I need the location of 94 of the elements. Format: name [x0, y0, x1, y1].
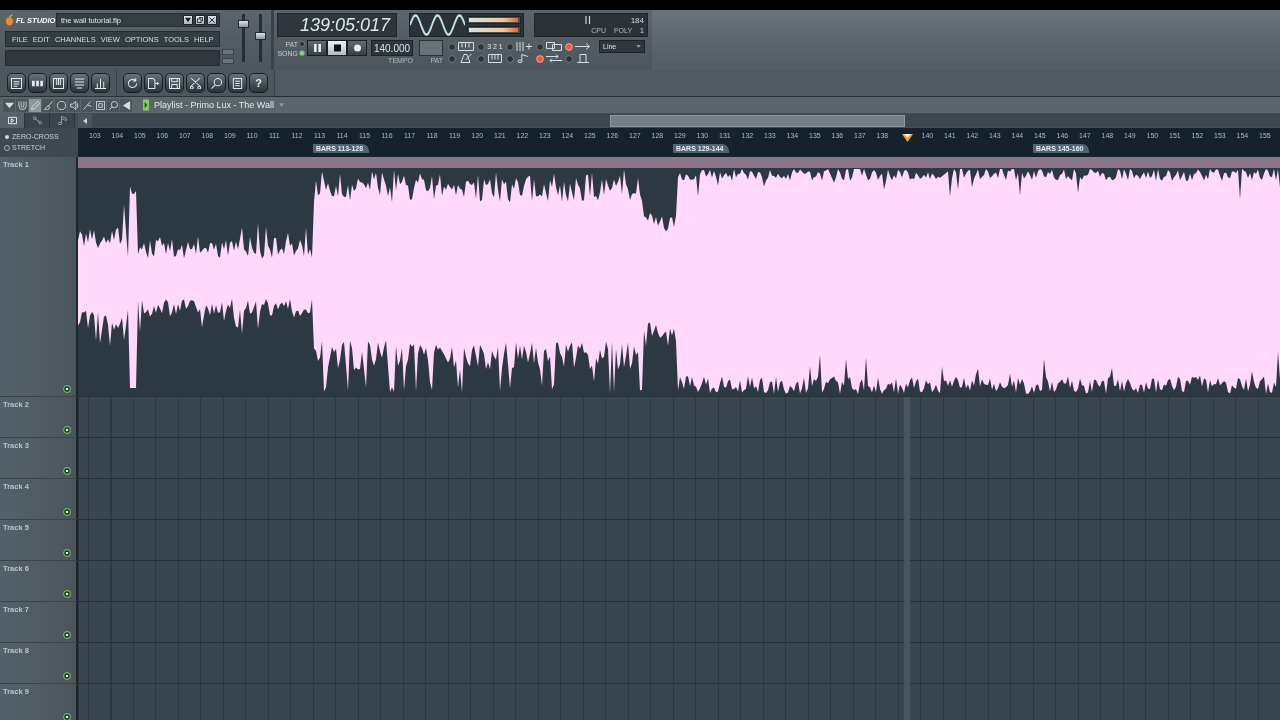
clip-title-strip[interactable] [78, 157, 1280, 168]
magnet-icon [17, 100, 27, 110]
fruit-icon [5, 14, 14, 26]
speaker-icon [69, 100, 79, 110]
slider-thumb[interactable] [238, 20, 249, 28]
knife-icon [82, 100, 92, 110]
checkbox-icon[interactable] [4, 133, 10, 140]
led-icon[interactable] [63, 672, 71, 680]
pause-button[interactable] [307, 40, 327, 56]
restore-button[interactable] [195, 15, 205, 25]
document-icon [232, 77, 243, 89]
pause-icon [313, 44, 321, 52]
toolbar-button[interactable] [207, 73, 226, 93]
toolbar-button[interactable] [49, 73, 68, 93]
led-icon[interactable] [63, 631, 71, 639]
ring-icon [56, 100, 66, 110]
memory-readout: 184 [630, 15, 644, 25]
playhead-marker-icon[interactable] [902, 134, 913, 142]
toolbar-button[interactable] [7, 73, 26, 93]
oscilloscope-wave [410, 14, 465, 36]
triangle-left-icon [121, 100, 131, 110]
minimize-icon [185, 17, 191, 23]
nodes-icon [32, 116, 42, 125]
tool-button[interactable] [3, 98, 15, 112]
pencil-icon [30, 100, 40, 110]
bar-meter-icon [95, 77, 106, 89]
circular-arrow-icon [127, 77, 138, 89]
toolbar-button[interactable] [186, 73, 205, 93]
tool-button[interactable] [29, 98, 41, 112]
scissors-icon [190, 77, 201, 89]
magnifier-icon [108, 100, 118, 110]
stop-button[interactable] [327, 40, 347, 56]
toolbar-button[interactable] [28, 73, 47, 93]
minimize-button[interactable] [183, 15, 193, 25]
toolbar-button[interactable] [91, 73, 110, 93]
selection-icon [95, 100, 105, 110]
tool-button[interactable] [55, 98, 67, 112]
level-marks-icon [584, 16, 591, 24]
clip-icon [7, 116, 17, 125]
led-icon[interactable] [63, 385, 71, 393]
toolbar-button[interactable] [70, 73, 89, 93]
tool-button[interactable] [68, 98, 80, 112]
triangle-down-icon [4, 100, 14, 110]
keyboard-icon [458, 42, 474, 51]
led-icon[interactable] [63, 713, 71, 720]
tool-button[interactable] [81, 98, 93, 112]
time-readout: 139:05:017 [277, 13, 397, 37]
toolbar-button[interactable] [165, 73, 184, 93]
led-icon[interactable] [63, 549, 71, 557]
tempo-readout[interactable]: 140.000 [371, 40, 413, 56]
toolbar-button[interactable] [144, 73, 163, 93]
tool-button[interactable] [16, 98, 28, 112]
keyboard-icon [53, 77, 64, 89]
led-icon[interactable] [63, 426, 71, 434]
toolbar-button[interactable] [123, 73, 142, 93]
arrow-icon [574, 42, 591, 51]
record-button[interactable] [347, 40, 367, 56]
toolbar-button[interactable] [228, 73, 247, 93]
metronome-icon [458, 54, 474, 63]
slider-thumb[interactable] [255, 32, 266, 40]
led-icon[interactable] [63, 590, 71, 598]
playlist-title: Playlist - Primo Lux - The Wall [154, 100, 275, 110]
piano-icon [487, 54, 504, 63]
triangle-left-icon [83, 117, 87, 124]
list-window-icon [11, 77, 22, 89]
help-button[interactable]: ? [249, 73, 268, 93]
checkbox-icon[interactable] [4, 144, 10, 151]
stop-icon [333, 44, 341, 52]
led-icon[interactable] [63, 467, 71, 475]
magnifier-icon [211, 77, 222, 89]
note-icon [57, 116, 67, 125]
record-icon [353, 44, 361, 52]
scroll-left-button[interactable] [78, 113, 92, 128]
restore-icon [197, 17, 203, 23]
marker-icon [143, 99, 149, 111]
page-arrow-icon [148, 77, 159, 89]
pedal-icon [574, 54, 591, 63]
tab[interactable] [0, 113, 25, 128]
pattern-selector[interactable] [419, 40, 443, 56]
tool-button[interactable] [94, 98, 106, 112]
tab[interactable] [50, 113, 75, 128]
step-bars-icon [516, 42, 533, 51]
close-icon [209, 17, 215, 23]
caret-icon [636, 45, 641, 48]
brush-icon [43, 100, 53, 110]
close-button[interactable] [207, 15, 217, 25]
tool-button[interactable] [107, 98, 119, 112]
arrows-icon [545, 54, 562, 63]
blend-icon [545, 42, 562, 51]
tool-button[interactable] [42, 98, 54, 112]
led-icon[interactable] [63, 508, 71, 516]
list-icon [74, 77, 85, 89]
scrollbar-thumb[interactable] [610, 114, 905, 127]
tool-button[interactable] [120, 98, 132, 112]
